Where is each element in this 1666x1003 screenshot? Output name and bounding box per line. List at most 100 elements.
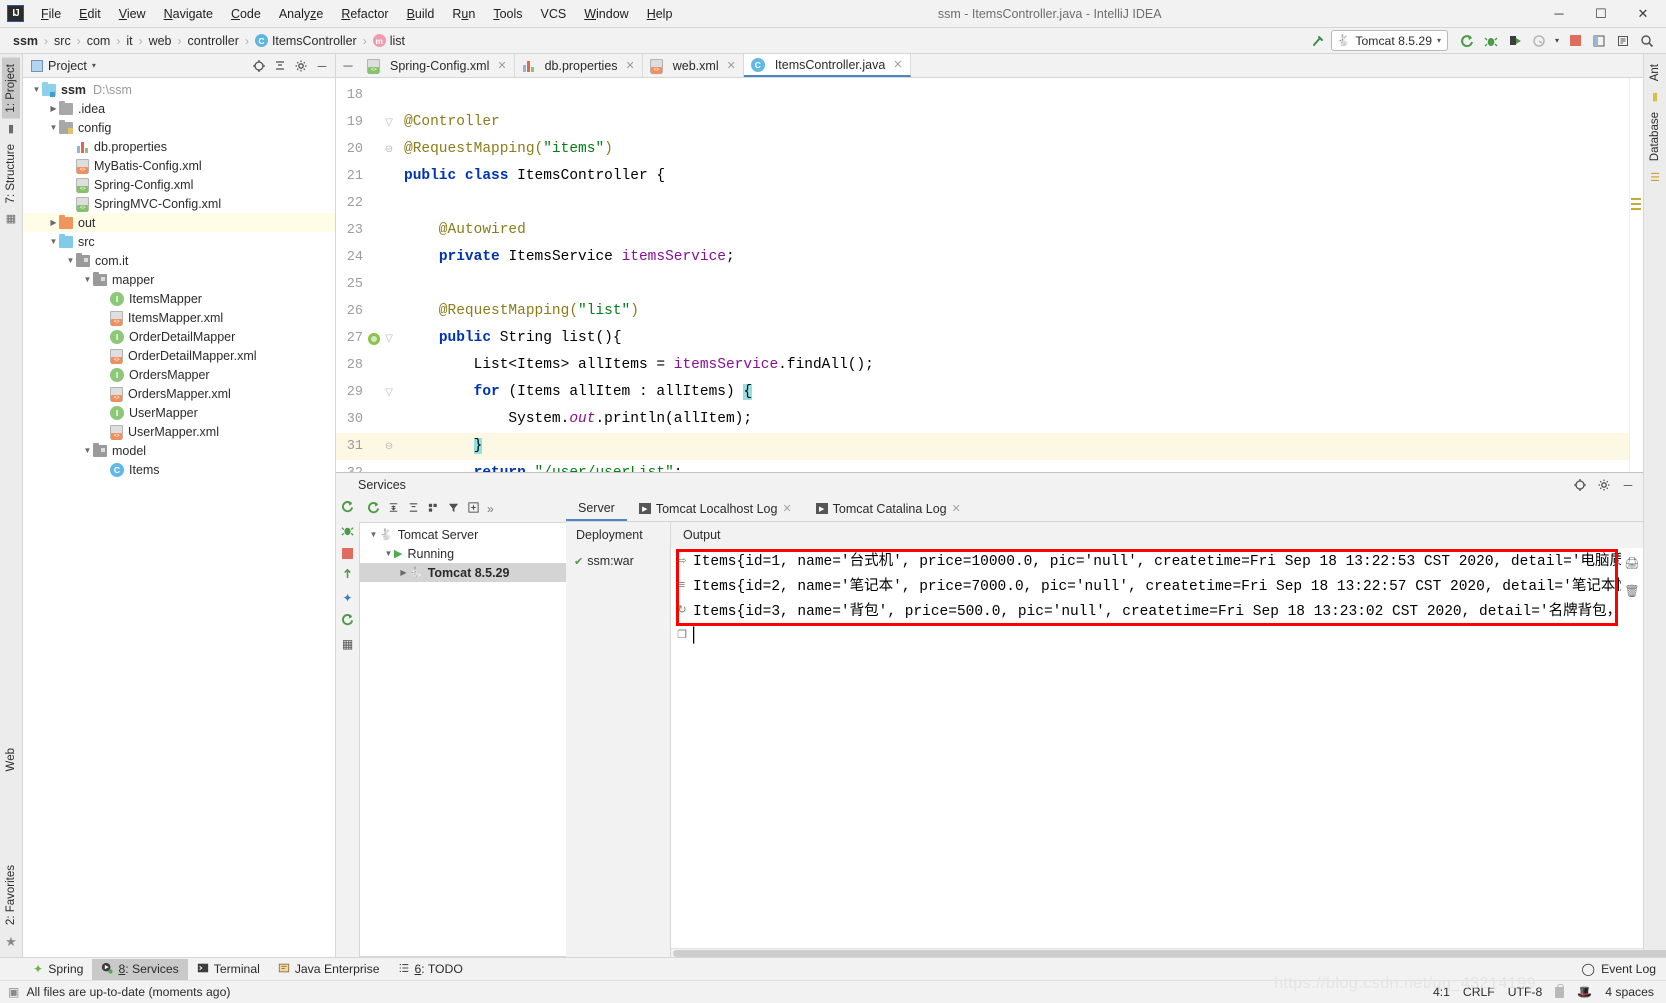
breadcrumb-items-controller[interactable]: C ItemsController — [252, 33, 360, 49]
tree-expand-toggle-icon[interactable]: ▼ — [65, 256, 76, 265]
sidebar-item-project[interactable]: 1: Project — [2, 58, 20, 119]
restart-icon[interactable] — [341, 613, 354, 629]
tree-node-orderdetailmapper[interactable]: I OrderDetailMapper — [23, 327, 335, 346]
gutter-line[interactable]: 20 ⊖ — [336, 136, 404, 163]
gutter-line[interactable]: 24 — [336, 244, 404, 271]
close-icon[interactable]: ✕ — [893, 58, 902, 71]
grid-view-icon[interactable]: ▦ — [342, 637, 353, 651]
breadcrumb-controller[interactable]: controller — [185, 33, 242, 49]
deployment-header[interactable]: Deployment — [566, 522, 671, 548]
scroll-to-end-icon[interactable]: ⇨ — [677, 554, 686, 567]
menu-analyze[interactable]: Analyze — [270, 3, 332, 25]
sidebar-item-ant[interactable]: Ant — [1646, 58, 1664, 87]
breadcrumb-list-method[interactable]: m list — [370, 33, 408, 49]
add-service-icon[interactable] — [467, 501, 480, 517]
search-icon[interactable] — [1636, 30, 1658, 51]
refresh-icon[interactable] — [367, 501, 380, 517]
locate-file-icon[interactable] — [250, 57, 268, 75]
tree-expand-toggle-icon[interactable]: ▼ — [31, 85, 42, 94]
update-icon[interactable]: ✦ — [342, 591, 352, 605]
close-icon[interactable]: ✕ — [782, 502, 791, 515]
breadcrumb-web[interactable]: web — [146, 33, 175, 49]
tree-node-ordersmapper[interactable]: I OrdersMapper — [23, 365, 335, 384]
print-icon[interactable]: 🖨 — [1624, 556, 1639, 570]
close-button[interactable]: ✕ — [1622, 0, 1664, 28]
gutter-line[interactable]: 30 — [336, 406, 404, 433]
run-configuration-selector[interactable]: 🐇 Tomcat 8.5.29 ▾ — [1330, 30, 1448, 51]
close-icon[interactable]: ✕ — [952, 502, 961, 515]
clear-all-icon[interactable]: 🗑 — [1624, 584, 1639, 598]
settings-gear-icon[interactable] — [1612, 30, 1634, 51]
gutter-line[interactable]: 18 — [336, 82, 404, 109]
hector-hat-icon[interactable]: 🎩 — [1577, 985, 1592, 999]
tool-button-services[interactable]: 8: Services — [92, 958, 188, 980]
tree-node-orderdetailmapper-xml[interactable]: <> OrderDetailMapper.xml — [23, 346, 335, 365]
lock-icon[interactable] — [1555, 983, 1565, 998]
more-actions-icon[interactable]: » — [487, 502, 494, 516]
tree-expand-toggle-icon[interactable]: ▼ — [48, 237, 59, 246]
services-tree-node-running[interactable]: ▼ ▶ Running — [360, 544, 566, 563]
menu-view[interactable]: View — [110, 3, 155, 25]
gutter-line[interactable]: 23 — [336, 217, 404, 244]
services-settings-gear-icon[interactable] — [1595, 476, 1613, 494]
tree-expand-toggle-icon[interactable]: ▼ — [368, 530, 379, 539]
group-by-icon[interactable] — [427, 501, 440, 517]
tree-expand-toggle-icon[interactable]: ▼ — [82, 275, 93, 284]
gutter-line[interactable]: 32 — [336, 460, 404, 472]
deploy-icon[interactable] — [341, 567, 354, 583]
console-rerun-icon[interactable]: ↻ — [677, 603, 686, 616]
gutter-line[interactable]: 27 ▽ — [336, 325, 404, 352]
tree-node-mybatis-config-xml[interactable]: <> MyBatis-Config.xml — [23, 156, 335, 175]
maximize-button[interactable]: ☐ — [1580, 0, 1622, 28]
collapse-all-icon[interactable] — [407, 501, 420, 517]
stop-service-icon[interactable] — [342, 548, 353, 559]
sidebar-item-database[interactable]: Database — [1646, 106, 1664, 167]
tree-node-spring-config-xml[interactable]: <> Spring-Config.xml — [23, 175, 335, 194]
services-tree-node-tomcat-server[interactable]: ▼ 🐇 Tomcat Server — [360, 525, 566, 544]
services-tree-node-tomcat-8-5-29[interactable]: ▶ 🐇 Tomcat 8.5.29 — [360, 563, 566, 582]
sidebar-item-favorites[interactable]: 2: Favorites — [2, 859, 20, 931]
tree-node-items[interactable]: C Items — [23, 460, 335, 479]
layout-icon[interactable] — [1588, 30, 1610, 51]
hide-panel-icon[interactable]: ─ — [313, 57, 331, 75]
code-editor[interactable]: 18 19 ▽ 20 ⊖ 21 22 23 24 25 26 27 ▽ 28 29 ▽ 30 31 ⊖ 32 @Con… — [336, 78, 1643, 472]
close-icon[interactable]: ✕ — [626, 59, 635, 72]
tree-node-src[interactable]: ▼ src — [23, 232, 335, 251]
event-log-button[interactable]: ◯ Event Log — [1581, 962, 1666, 976]
tool-button-terminal[interactable]: Terminal — [188, 959, 269, 980]
editor-marker-rail[interactable] — [1629, 78, 1643, 472]
run-with-coverage-icon[interactable] — [1504, 30, 1526, 51]
console-copy-icon[interactable]: ❐ — [677, 628, 687, 641]
warning-marker[interactable] — [1631, 208, 1641, 210]
tree-expand-toggle-icon[interactable]: ▼ — [48, 123, 59, 132]
tree-expand-toggle-icon[interactable]: ▶ — [398, 568, 409, 577]
tree-node-com-it[interactable]: ▼ com.it — [23, 251, 335, 270]
tab-tomcat-localhost-log[interactable]: ▶ Tomcat Localhost Log ✕ — [627, 496, 804, 521]
menu-file[interactable]: File — [32, 3, 70, 25]
tree-node--idea[interactable]: ▶ .idea — [23, 99, 335, 118]
breadcrumb-com[interactable]: com — [84, 33, 114, 49]
tree-node-db-properties[interactable]: db.properties — [23, 137, 335, 156]
tool-button-spring[interactable]: ✦ Spring — [24, 959, 92, 980]
editor-collapse-icon[interactable]: ─ — [336, 54, 360, 77]
breadcrumb-ssm[interactable]: ssm — [10, 33, 41, 49]
tab-db-properties[interactable]: db.properties ✕ — [515, 54, 643, 77]
gutter-line[interactable]: 26 — [336, 298, 404, 325]
menu-refactor[interactable]: Refactor — [332, 3, 397, 25]
tree-node-config[interactable]: ▼ config — [23, 118, 335, 137]
tree-node-itemsmapper-xml[interactable]: <> ItemsMapper.xml — [23, 308, 335, 327]
output-header[interactable]: Output — [671, 522, 1643, 548]
code-text[interactable]: @Controller @RequestMapping("items") publi… — [404, 78, 1629, 472]
profiler-chevron-down-icon[interactable]: ▾ — [1552, 30, 1562, 51]
tab-server[interactable]: Server — [566, 496, 627, 521]
tree-node-springmvc-config-xml[interactable]: <> SpringMVC-Config.xml — [23, 194, 335, 213]
gutter-line[interactable]: 25 — [336, 271, 404, 298]
chevron-down-icon[interactable]: ▾ — [92, 61, 96, 70]
warning-marker[interactable] — [1631, 198, 1641, 200]
gutter-line[interactable]: 19 ▽ — [336, 109, 404, 136]
tree-node-out[interactable]: ▶ out — [23, 213, 335, 232]
tree-expand-toggle-icon[interactable]: ▼ — [82, 446, 93, 455]
services-tree[interactable]: ▼ 🐇 Tomcat Server ▼ ▶ Running ▶ 🐇 Tomcat 8.5.29 — [359, 522, 566, 957]
url-mapping-globe-icon[interactable] — [366, 332, 382, 345]
tab-tomcat-catalina-log[interactable]: ▶ Tomcat Catalina Log ✕ — [804, 496, 973, 521]
